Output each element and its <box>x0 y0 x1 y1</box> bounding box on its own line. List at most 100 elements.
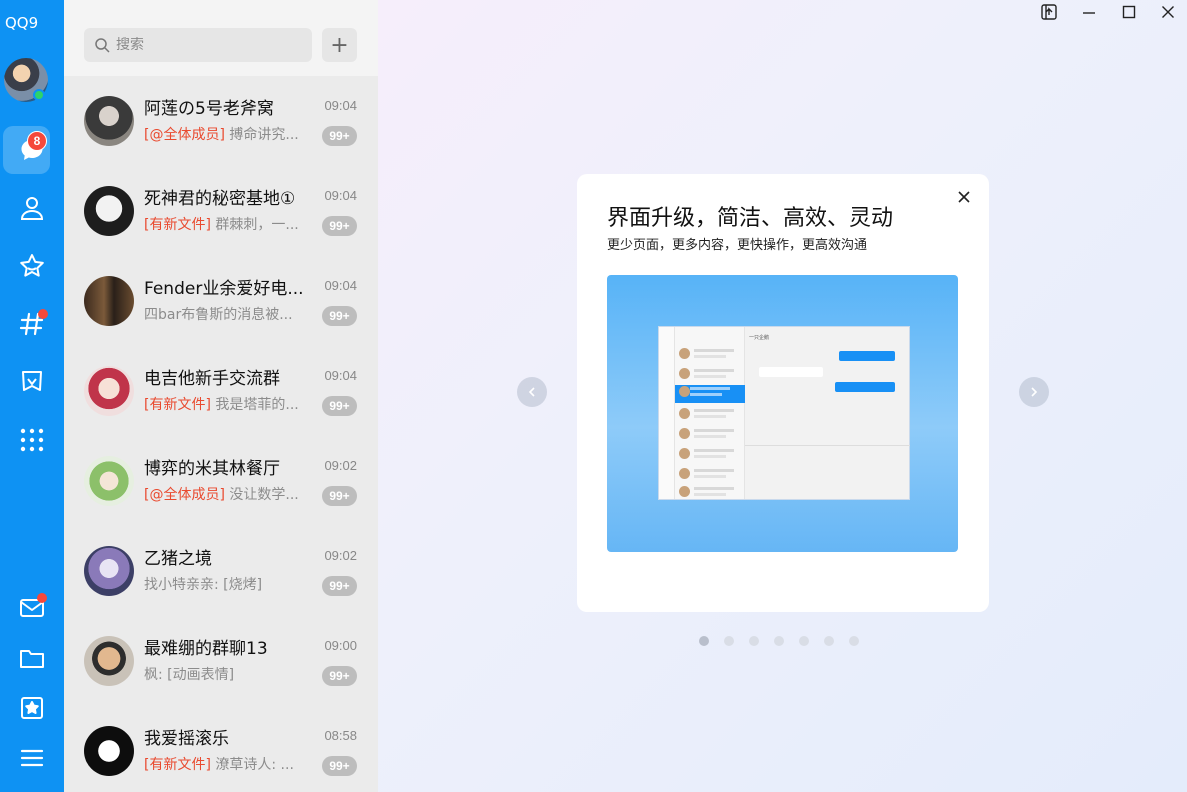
conversation-preview-text: 没让数学... <box>224 487 299 503</box>
pin-window-icon <box>1041 4 1057 20</box>
search-box[interactable] <box>84 28 312 62</box>
conversation-avatar <box>84 96 134 146</box>
unread-count-badge: 99+ <box>322 756 357 776</box>
nav-item-channels[interactable] <box>0 299 64 349</box>
intro-card-title: 界面升级，简洁、高效、灵动 <box>607 206 894 231</box>
conversation-name: 电吉他新手交流群 <box>144 369 280 389</box>
nav-item-favorites[interactable] <box>0 241 64 291</box>
conversation-time: 08:58 <box>324 728 357 743</box>
grid-icon <box>20 428 44 452</box>
intro-card: 界面升级，简洁、高效、灵动 更少页面，更多内容，更快操作，更高效沟通 一只企鹅 <box>577 174 989 612</box>
conversation-item[interactable]: 乙猪之境 09:02 找小特亲亲: [烧烤] 99+ <box>64 528 378 618</box>
hamburger-menu-icon <box>20 749 44 767</box>
nav-item-contacts[interactable] <box>0 183 64 233</box>
nav-item-collections[interactable] <box>0 683 64 733</box>
mini-row <box>679 467 741 481</box>
search-icon <box>95 38 110 53</box>
carousel-dot[interactable] <box>699 636 709 646</box>
game-icon <box>22 371 42 391</box>
conversation-avatar <box>84 546 134 596</box>
carousel-dot[interactable] <box>749 636 759 646</box>
conversation-name: 死神君的秘密基地① <box>144 189 296 209</box>
unread-count-badge: 99+ <box>322 486 357 506</box>
person-icon <box>20 197 44 220</box>
conversation-preview: [有新文件] 潦草诗人: ... <box>144 754 314 774</box>
conversation-list-panel: + 阿莲の5号老斧窝09:04[@全体成员] 搏命讲究...99+死神君的秘密基… <box>64 0 378 792</box>
bookmark-star-icon <box>21 697 43 719</box>
minimize-button[interactable] <box>1069 0 1109 24</box>
unread-count-badge: 99+ <box>322 666 357 686</box>
unread-count-badge: 99+ <box>322 216 357 236</box>
minimize-icon <box>1083 12 1095 14</box>
search-input[interactable] <box>116 37 296 53</box>
messages-badge: 8 <box>27 131 47 151</box>
nav-item-messages[interactable]: 8 <box>0 125 64 175</box>
unread-count-badge: 99+ <box>322 306 357 326</box>
conversation-item[interactable]: 阿莲の5号老斧窝 09:04 [@全体成员] 搏命讲究... 99+ <box>64 78 378 168</box>
conversation-preview: [@全体成员] 没让数学... <box>144 484 314 504</box>
conversation-item[interactable]: 最难绷的群聊13 09:00 枫: [动画表情] 99+ <box>64 618 378 708</box>
conversation-item[interactable]: 电吉他新手交流群 09:04 [有新文件] 我是塔菲的... 99+ <box>64 348 378 438</box>
intro-card-subtitle: 更少页面，更多内容，更快操作，更高效沟通 <box>607 238 868 253</box>
mini-window-preview: 一只企鹅 <box>658 326 910 500</box>
carousel-dots <box>699 636 859 646</box>
conversation-tag: [有新文件] <box>144 757 211 773</box>
conversation-item[interactable]: 我爱摇滚乐 08:58 [有新文件] 潦草诗人: ... 99+ <box>64 708 378 792</box>
nav-bar: QQ9 8 <box>0 0 64 792</box>
conversation-item[interactable]: 死神君的秘密基地① 09:04 [有新文件] 群棘刺，一... 99+ <box>64 168 378 258</box>
conversation-preview-text: 找小特亲亲: [烧烤] <box>144 577 263 593</box>
carousel-dot[interactable] <box>774 636 784 646</box>
mini-row-selected <box>675 385 745 403</box>
nav-item-games[interactable] <box>0 357 64 407</box>
conversation-preview-text: 潦草诗人: ... <box>210 757 294 773</box>
nav-item-apps[interactable] <box>0 415 64 465</box>
carousel-dot[interactable] <box>849 636 859 646</box>
conversation-avatar <box>84 726 134 776</box>
conversation-tag: [有新文件] <box>144 397 211 413</box>
close-window-button[interactable] <box>1148 0 1187 24</box>
conversation-item[interactable]: Fender业余爱好电... 09:04 四bar布鲁斯的消息被... 99+ <box>64 258 378 348</box>
mail-unread-dot <box>37 593 47 603</box>
conversation-name: 阿莲の5号老斧窝 <box>144 99 274 119</box>
conversation-time: 09:02 <box>324 548 357 563</box>
carousel-prev-button[interactable] <box>517 377 547 407</box>
conversation-preview-text: 我是塔菲的... <box>210 397 299 413</box>
ui-preview-image: 一只企鹅 <box>607 275 958 552</box>
conversation-name: 博弈的米其林餐厅 <box>144 459 280 479</box>
folder-icon <box>20 650 44 668</box>
conversation-tag: [@全体成员] <box>144 487 225 503</box>
conversation-time: 09:04 <box>324 98 357 113</box>
unread-count-badge: 99+ <box>322 126 357 146</box>
conversation-item[interactable]: 博弈的米其林餐厅 09:02 [@全体成员] 没让数学... 99+ <box>64 438 378 528</box>
carousel-dot[interactable] <box>724 636 734 646</box>
conversation-preview: 枫: [动画表情] <box>144 664 314 684</box>
mini-row <box>679 485 741 499</box>
mini-row <box>679 427 741 441</box>
online-status-dot <box>33 89 45 101</box>
chevron-right-icon <box>1031 387 1038 397</box>
carousel-dot[interactable] <box>799 636 809 646</box>
mini-row <box>679 407 741 421</box>
conversation-time: 09:02 <box>324 458 357 473</box>
conversation-preview-text: 四bar布鲁斯的消息被... <box>144 307 293 323</box>
intro-card-close-button[interactable] <box>953 186 975 208</box>
pin-window-button[interactable] <box>1029 0 1069 24</box>
maximize-icon <box>1122 5 1136 19</box>
conversation-tag: [有新文件] <box>144 217 211 233</box>
maximize-button[interactable] <box>1109 0 1149 24</box>
carousel-dot[interactable] <box>824 636 834 646</box>
conversation-tag: [@全体成员] <box>144 127 225 143</box>
conversation-name: Fender业余爱好电... <box>144 279 304 299</box>
conversation-preview-text: 群棘刺，一... <box>210 217 299 233</box>
channels-unread-dot <box>38 309 48 319</box>
add-button[interactable]: + <box>322 28 357 62</box>
mini-sidebar <box>659 327 675 499</box>
conversation-name: 乙猪之境 <box>144 549 212 569</box>
conversation-name: 我爱摇滚乐 <box>144 729 229 749</box>
mini-bubble-sent <box>839 351 895 361</box>
nav-item-menu[interactable] <box>0 733 64 783</box>
nav-item-files[interactable] <box>0 633 64 683</box>
conversation-avatar <box>84 186 134 236</box>
nav-item-mail[interactable] <box>0 583 64 633</box>
carousel-next-button[interactable] <box>1019 377 1049 407</box>
